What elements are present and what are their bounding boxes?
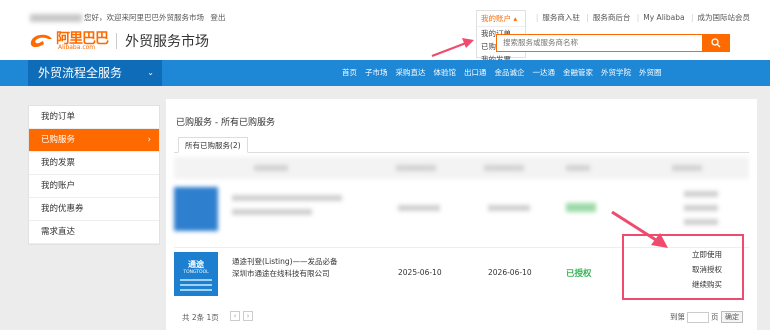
annotation-arrows	[431, 38, 668, 248]
annotation-arrow	[611, 210, 668, 248]
annotation-arrow	[431, 38, 474, 58]
